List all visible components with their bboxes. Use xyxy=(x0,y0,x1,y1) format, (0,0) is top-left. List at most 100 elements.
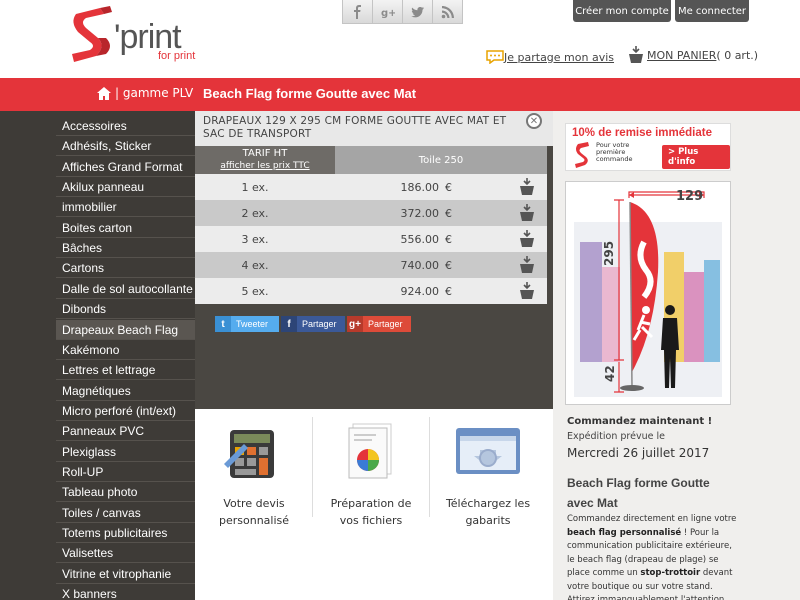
facebook-icon: f xyxy=(281,316,297,332)
social-links: g+ xyxy=(342,0,463,24)
home-icon[interactable] xyxy=(97,86,111,100)
promo-title: 10% de remise immédiate xyxy=(572,127,712,139)
calculator-icon xyxy=(195,417,313,487)
description-bold2: stop-trottoir xyxy=(640,568,701,578)
breadcrumb-label[interactable]: | gamme PLV xyxy=(115,86,193,100)
sidebar-item[interactable]: Dalle de sol autocollante xyxy=(56,279,195,299)
google-plus-share-button[interactable]: g+ Partager xyxy=(347,316,411,332)
tarif-label: TARIF HT xyxy=(242,148,288,159)
currency-cell: € xyxy=(445,232,452,246)
sidebar-item[interactable]: Toiles / canvas xyxy=(56,503,195,523)
cart-icon xyxy=(629,46,643,63)
feature-devis[interactable]: Votre devis personnalisé xyxy=(195,417,313,529)
cart-count: ( 0 art.) xyxy=(716,48,759,62)
feature-gabarits[interactable]: Téléchargez les gabarits xyxy=(429,417,547,529)
currency-cell: € xyxy=(445,206,452,220)
google-plus-icon: g+ xyxy=(347,316,363,332)
panel-title: DRAPEAUX 129 X 295 CM FORME GOUTTE AVEC … xyxy=(203,115,507,140)
cart-label: MON PANIER xyxy=(647,48,717,62)
close-icon[interactable]: ✕ xyxy=(526,113,542,129)
promo-info-button[interactable]: > Plus d'info xyxy=(662,145,730,169)
ttc-toggle-link[interactable]: afficher les prix TTC xyxy=(195,160,335,172)
add-to-cart-icon[interactable] xyxy=(485,282,547,300)
sidebar-item[interactable]: Micro perforé (int/ext) xyxy=(56,401,195,421)
review-link[interactable]: Je partage mon avis xyxy=(486,50,614,64)
login-button[interactable]: Me connecter xyxy=(675,0,749,22)
table-body: 1 ex. 186.00 €2 ex. 372.00 €3 ex. 556.00 €4 ex… xyxy=(195,174,547,304)
feature-gabarits-line1: Téléchargez les xyxy=(445,497,531,510)
review-link-label: Je partage mon avis xyxy=(504,50,615,64)
sidebar-item[interactable]: Panneaux PVC xyxy=(56,421,195,442)
quantity-cell: 1 ex. xyxy=(241,180,269,194)
sidebar-item[interactable]: Dibonds xyxy=(56,299,195,320)
feature-devis-line1: Votre devis xyxy=(223,497,285,510)
quantity-cell: 4 ex. xyxy=(241,258,269,272)
page-title: Beach Flag forme Goutte avec Mat xyxy=(203,86,417,101)
description-title: Beach Flag forme Goutte avec Mat xyxy=(567,476,710,510)
sidebar-item[interactable]: Boites carton xyxy=(56,218,195,238)
sidebar-item[interactable]: Kakémono xyxy=(56,340,195,360)
right-column: 10% de remise immédiate Pour votre premi… xyxy=(553,111,800,600)
download-window-icon xyxy=(429,417,547,487)
feature-preparation-line1: Préparation de xyxy=(330,497,412,510)
facebook-share-button[interactable]: f Partager xyxy=(281,316,345,332)
promo-banner[interactable]: 10% de remise immédiate Pour votre premi… xyxy=(565,123,731,171)
logo[interactable]: 'print for print xyxy=(70,4,210,66)
sidebar-item[interactable]: Plexiglass xyxy=(56,442,195,462)
price-cell: 740.00 xyxy=(400,258,440,272)
quantity-cell: 5 ex. xyxy=(241,284,269,298)
sidebar-item[interactable]: Accessoires xyxy=(56,116,195,136)
panel-header: DRAPEAUX 129 X 295 CM FORME GOUTTE AVEC … xyxy=(195,111,553,146)
sidebar-item[interactable]: Tableau photo xyxy=(56,482,195,503)
sidebar-item[interactable]: Affiches Grand Format xyxy=(56,157,195,177)
share-buttons: t Tweeter f Partager g+ Partager xyxy=(215,316,411,332)
document-colorwheel-icon xyxy=(312,417,430,487)
rss-icon[interactable] xyxy=(432,0,463,24)
add-to-cart-icon[interactable] xyxy=(485,230,547,248)
sidebar-item[interactable]: Bâches xyxy=(56,238,195,259)
sidebar-item[interactable]: Totems publicitaires xyxy=(56,523,195,543)
google-plus-icon[interactable]: g+ xyxy=(372,0,403,24)
sidebar-item[interactable]: Akilux panneau xyxy=(56,177,195,198)
sidebar-item[interactable]: Magnétiques xyxy=(56,381,195,401)
account-buttons: Créer mon compte Me connecter xyxy=(573,0,749,22)
sidebar-item[interactable]: Valisettes xyxy=(56,543,195,564)
flag-width-label: 129 xyxy=(676,189,703,204)
column-header-toile: Toile 250 xyxy=(335,146,547,174)
twitter-icon: t xyxy=(215,316,231,332)
price-cell: 556.00 xyxy=(400,232,440,246)
logo-mark-icon xyxy=(575,142,589,168)
table-row: 1 ex. 186.00 € xyxy=(195,174,547,200)
sidebar-item[interactable]: Vitrine et vitrophanie xyxy=(56,564,195,584)
price-cell: 186.00 xyxy=(400,180,440,194)
tweet-button[interactable]: t Tweeter xyxy=(215,316,279,332)
price-panel: DRAPEAUX 129 X 295 CM FORME GOUTTE AVEC … xyxy=(195,111,553,600)
sidebar-item[interactable]: Cartons xyxy=(56,258,195,279)
sidebar-item[interactable]: X banners xyxy=(56,584,195,600)
table-row: 5 ex. 924.00 € xyxy=(195,278,547,304)
header: 'print for print g+ Créer mon compte Me … xyxy=(0,0,800,78)
sidebar-item[interactable]: Drapeaux Beach Flag xyxy=(56,319,195,340)
cart-link[interactable]: MON PANIER ( 0 art.) xyxy=(628,46,758,64)
feature-devis-line2: personnalisé xyxy=(218,514,290,527)
add-to-cart-icon[interactable] xyxy=(485,178,547,196)
sidebar-item[interactable]: immobilier xyxy=(56,197,195,218)
quantity-cell: 2 ex. xyxy=(241,206,269,220)
order-expedition-label: Expédition prévue le xyxy=(567,431,665,442)
feature-preparation[interactable]: Préparation de vos fichiers xyxy=(312,417,430,529)
sidebar-item[interactable]: Lettres et lettrage xyxy=(56,360,195,381)
sidebar-item[interactable]: Adhésifs, Sticker xyxy=(56,136,195,157)
facebook-icon[interactable] xyxy=(342,0,373,24)
table-row: 3 ex. 556.00 € xyxy=(195,226,547,252)
features-strip: Votre devis personnalisé Préparation de … xyxy=(195,409,553,600)
product-illustration: 129 295 42 xyxy=(565,181,731,405)
currency-cell: € xyxy=(445,258,452,272)
add-to-cart-icon[interactable] xyxy=(485,256,547,274)
create-account-button[interactable]: Créer mon compte xyxy=(573,0,671,22)
sidebar-item[interactable]: Roll-UP xyxy=(56,462,195,482)
add-to-cart-icon[interactable] xyxy=(485,204,547,222)
currency-cell: € xyxy=(445,180,452,194)
order-title: Commandez maintenant ! xyxy=(567,416,713,427)
flag-height-label: 295 xyxy=(602,241,616,266)
twitter-icon[interactable] xyxy=(402,0,433,24)
